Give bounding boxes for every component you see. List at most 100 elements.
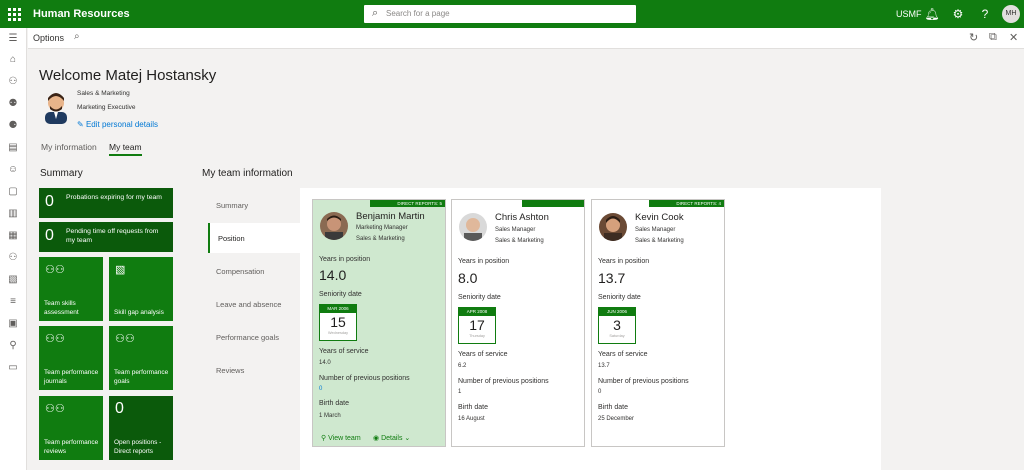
search-input[interactable]: ⌕ Search for a page [364,5,636,23]
tab-reviews[interactable]: Reviews [216,366,308,375]
user-avatar[interactable]: MH [1002,5,1020,23]
form-icon[interactable]: ▥ [6,207,20,221]
chevron-down-icon: ⌄ [404,435,411,442]
options-button[interactable]: Options [33,33,64,43]
calendar-weekday: Wednesday [328,331,348,335]
tab-my-team[interactable]: My team [109,142,142,156]
birth-date-value: 16 August [458,416,485,422]
years-of-service-label: Years of service [458,351,508,358]
years-in-position-value: 8.0 [458,270,478,286]
member-photo [459,213,487,241]
org-icon[interactable]: ⚉ [6,97,20,111]
member-name: Chris Ashton [495,212,549,223]
tab-my-information[interactable]: My information [41,142,97,152]
member-photo [320,212,348,240]
previous-positions-label: Number of previous positions [598,378,689,385]
years-of-service-value: 14.0 [319,360,331,366]
home-icon[interactable]: ⌂ [6,53,20,67]
tile-label: Open positions - Direct reports [114,439,162,455]
company-picker[interactable]: USMF [896,9,922,19]
tile-label: Probations expiring for my team [66,194,162,201]
skill-gap-analysis-tile[interactable]: ▧ Skill gap analysis [109,257,173,321]
tile-label: Team performance journals [44,369,99,385]
clipboard-icon[interactable]: ▤ [6,141,20,155]
calendar-month: JUN 2006 [599,308,635,316]
edit-personal-details-link[interactable]: ✎ Edit personal details [77,120,158,129]
briefcase-icon[interactable]: ▣ [6,317,20,331]
years-of-service-value: 13.7 [598,363,610,369]
team-icon: ⚇⚇ [45,333,65,345]
group-icon[interactable]: ⚈ [6,119,20,133]
team-member-card[interactable]: Chris Ashton Sales Manager Sales & Marke… [451,199,585,447]
action-bar: Options ⌕ ↻ ⧉ ✕ [28,28,1024,49]
id-card-icon[interactable]: ▦ [6,229,20,243]
birth-date-value: 1 March [319,413,341,419]
years-in-position-value: 13.7 [598,270,626,286]
seniority-date-label: Seniority date [598,294,641,301]
details-label: Details [381,435,403,442]
refresh-icon[interactable]: ↻ [969,31,978,44]
tab-leave-and-absence[interactable]: Leave and absence [216,300,308,309]
document-icon[interactable]: ▢ [6,185,20,199]
pencil-icon: ✎ [77,120,84,129]
hierarchy-icon[interactable]: ⚲ [6,339,20,353]
help-icon[interactable]: ? [977,6,993,22]
tile-label: Team performance goals [114,369,169,385]
calendar-month: MAR 2006 [320,305,356,313]
team-performance-reviews-tile[interactable]: ⚇⚇ Team performance reviews [39,396,103,460]
team-icon: ⚇⚇ [115,333,135,345]
action-search-icon[interactable]: ⌕ [74,31,80,42]
team-performance-journals-tile[interactable]: ⚇⚇ Team performance journals [39,326,103,390]
app-title[interactable]: Human Resources [33,8,130,20]
report-icon: ▧ [115,264,126,276]
tab-position[interactable]: Position [208,223,300,253]
hamburger-icon[interactable]: ☰ [6,32,20,46]
calendar-day: 17 [469,317,485,333]
years-of-service-label: Years of service [319,348,369,355]
team-icon: ⚇⚇ [45,264,65,276]
seniority-date-label: Seniority date [458,294,501,301]
app-launcher-icon[interactable] [6,6,22,22]
team-icon[interactable]: ⚇ [6,251,20,265]
chat-icon[interactable]: ▭ [6,361,20,375]
tile-label: Pending time off requests from my team [66,228,159,244]
tab-performance-goals[interactable]: Performance goals [216,333,308,342]
member-name: Benjamin Martin [356,211,425,222]
close-icon[interactable]: ✕ [1009,31,1018,44]
probations-tile[interactable]: 0 Probations expiring for my team [39,188,173,218]
person-icon[interactable]: ☺ [6,163,20,177]
previous-positions-value: 0 [598,389,602,395]
eye-icon: ◉ [373,435,380,442]
team-performance-goals-tile[interactable]: ⚇⚇ Team performance goals [109,326,173,390]
years-of-service-value: 6.2 [458,363,467,369]
team-member-card[interactable]: DIRECT REPORTS: 5 Benjamin Martin Market… [312,199,446,447]
previous-positions-value[interactable]: 0 [319,386,322,392]
view-team-link[interactable]: ⚲ View team [321,434,361,442]
member-photo [599,213,627,241]
calendar-month: APR 2008 [459,308,495,316]
view-team-label: View team [328,435,361,442]
calendar-day: 15 [330,314,346,330]
tab-compensation[interactable]: Compensation [216,267,308,276]
seniority-date-calendar: APR 2008 17 Thursday [458,307,496,344]
team-skills-assessment-tile[interactable]: ⚇⚇ Team skills assessment [39,257,103,321]
gear-icon[interactable]: ⚙ [950,6,966,22]
page-title: Welcome Matej Hostansky [39,67,217,84]
open-new-window-icon[interactable]: ⧉ [989,31,997,44]
pending-time-off-tile[interactable]: 0 Pending time off requests from my team [39,222,173,252]
people-icon[interactable]: ⚇ [6,75,20,89]
years-in-position-label: Years in position [598,258,650,265]
tab-summary[interactable]: Summary [216,201,308,210]
tile-label: Skill gap analysis [114,308,164,316]
member-title: Sales Manager [495,227,536,233]
member-department: Sales & Marketing [495,238,544,244]
user-portrait [45,93,67,124]
open-positions-tile[interactable]: 0 Open positions - Direct reports [109,396,173,460]
team-member-card[interactable]: DIRECT REPORTS: 4 Kevin Cook Sales Manag… [591,199,725,447]
user-department: Sales & Marketing [77,90,130,97]
details-link[interactable]: ◉ Details ⌄ [373,434,410,442]
report-icon[interactable]: ▧ [6,273,20,287]
bell-icon[interactable]: 🔔︎ [924,6,940,22]
list-icon[interactable]: ≡ [6,295,20,309]
calendar-weekday: Thursday [469,334,485,338]
